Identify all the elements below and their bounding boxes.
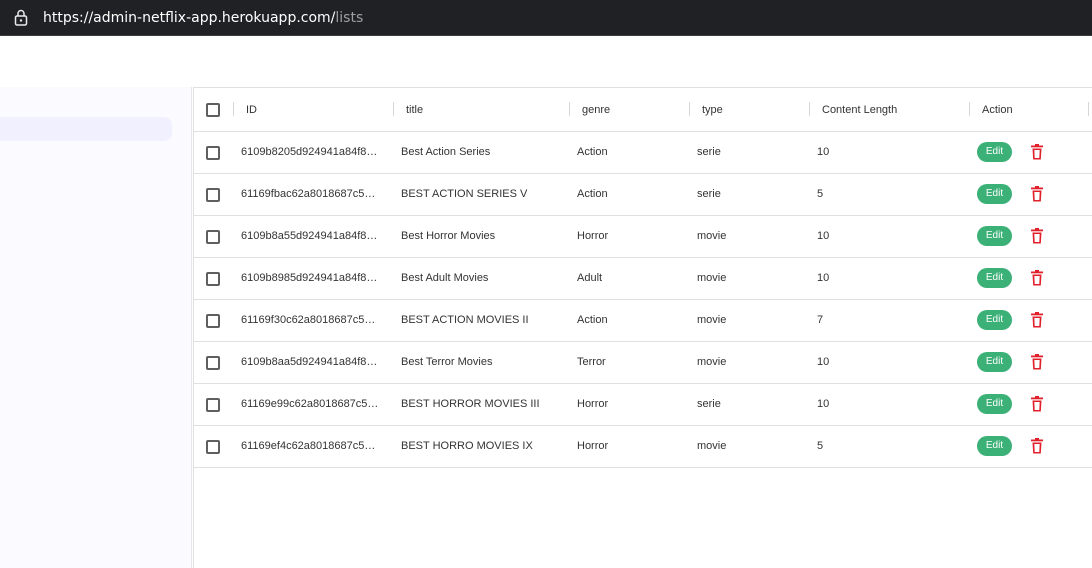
- cell-id: 61169ef4c62a8018687c5…: [241, 440, 376, 452]
- cell-content-length: 10: [817, 398, 830, 410]
- table-row[interactable]: 6109b8985d924941a84f8… Best Adult Movies…: [194, 258, 1092, 300]
- cell-id: 61169e99c62a8018687c5…: [241, 398, 379, 410]
- cell-id: 61169f30c62a8018687c5…: [241, 314, 376, 326]
- row-checkbox[interactable]: [206, 272, 220, 286]
- column-separator[interactable]: [689, 102, 690, 116]
- trash-icon[interactable]: [1031, 144, 1043, 160]
- cell-genre: Action: [577, 188, 608, 200]
- table-header: ID title genre type Content Length Actio…: [194, 88, 1092, 132]
- lists-table: ID title genre type Content Length Actio…: [193, 87, 1092, 568]
- row-checkbox[interactable]: [206, 398, 220, 412]
- trash-icon[interactable]: [1031, 312, 1043, 328]
- column-header-action[interactable]: Action: [982, 88, 1013, 132]
- cell-id: 61169fbac62a8018687c5…: [241, 188, 376, 200]
- cell-genre: Action: [577, 314, 608, 326]
- cell-id: 6109b8985d924941a84f8…: [241, 272, 378, 284]
- table-row[interactable]: 6109b8a55d924941a84f8… Best Horror Movie…: [194, 216, 1092, 258]
- trash-icon[interactable]: [1031, 354, 1043, 370]
- cell-id: 6109b8aa5d924941a84f8…: [241, 356, 378, 368]
- table-row[interactable]: 61169ef4c62a8018687c5… BEST HORRO MOVIES…: [194, 426, 1092, 468]
- cell-type: serie: [697, 398, 721, 410]
- column-separator[interactable]: [569, 102, 570, 116]
- column-separator[interactable]: [233, 102, 234, 116]
- cell-content-length: 10: [817, 356, 830, 368]
- cell-genre: Adult: [577, 272, 603, 284]
- column-header-content-length[interactable]: Content Length: [822, 88, 897, 132]
- column-separator[interactable]: [393, 102, 394, 116]
- edit-button[interactable]: Edit: [977, 394, 1012, 414]
- trash-icon[interactable]: [1031, 228, 1043, 244]
- row-checkbox[interactable]: [206, 314, 220, 328]
- cell-title: Best Horror Movies: [401, 230, 496, 242]
- cell-title: Best Terror Movies: [401, 356, 493, 368]
- row-checkbox[interactable]: [206, 146, 220, 160]
- table-row[interactable]: 61169f30c62a8018687c5… BEST ACTION MOVIE…: [194, 300, 1092, 342]
- trash-icon[interactable]: [1031, 396, 1043, 412]
- cell-id: 6109b8205d924941a84f8…: [241, 146, 378, 158]
- column-header-genre[interactable]: genre: [582, 88, 610, 132]
- url-text[interactable]: https://admin-netflix-app.herokuapp.com/…: [43, 10, 363, 26]
- url-main: https://admin-netflix-app.herokuapp.com/: [43, 10, 336, 26]
- column-header-id[interactable]: ID: [246, 88, 257, 132]
- cell-title: BEST ACTION MOVIES II: [401, 314, 529, 326]
- cell-content-length: 7: [817, 314, 824, 326]
- table-row[interactable]: 6109b8205d924941a84f8… Best Action Serie…: [194, 132, 1092, 174]
- cell-genre: Terror: [577, 356, 606, 368]
- trash-icon[interactable]: [1031, 186, 1043, 202]
- row-checkbox[interactable]: [206, 188, 220, 202]
- edit-button[interactable]: Edit: [977, 268, 1012, 288]
- column-header-title[interactable]: title: [406, 88, 423, 132]
- cell-type: movie: [697, 272, 727, 284]
- cell-type: movie: [697, 230, 727, 242]
- edit-button[interactable]: Edit: [977, 142, 1012, 162]
- row-checkbox[interactable]: [206, 230, 220, 244]
- column-separator[interactable]: [809, 102, 810, 116]
- row-checkbox[interactable]: [206, 356, 220, 370]
- edit-button[interactable]: Edit: [977, 436, 1012, 456]
- cell-type: serie: [697, 188, 721, 200]
- edit-button[interactable]: Edit: [977, 352, 1012, 372]
- browser-address-bar[interactable]: https://admin-netflix-app.herokuapp.com/…: [0, 0, 1092, 36]
- cell-type: movie: [697, 440, 727, 452]
- cell-content-length: 5: [817, 440, 824, 452]
- cell-title: BEST HORRO MOVIES IX: [401, 440, 533, 452]
- cell-type: movie: [697, 356, 727, 368]
- cell-genre: Horror: [577, 398, 609, 410]
- cell-title: BEST ACTION SERIES V: [401, 188, 528, 200]
- table-row[interactable]: 61169fbac62a8018687c5… BEST ACTION SERIE…: [194, 174, 1092, 216]
- cell-genre: Horror: [577, 440, 609, 452]
- cell-content-length: 10: [817, 272, 830, 284]
- edit-button[interactable]: Edit: [977, 310, 1012, 330]
- cell-genre: Horror: [577, 230, 609, 242]
- cell-genre: Action: [577, 146, 608, 158]
- cell-content-length: 5: [817, 188, 824, 200]
- sidebar: [0, 87, 192, 568]
- cell-title: Best Action Series: [401, 146, 491, 158]
- cell-content-length: 10: [817, 146, 830, 158]
- sidebar-item-active[interactable]: [0, 117, 172, 141]
- trash-icon[interactable]: [1031, 438, 1043, 454]
- table-row[interactable]: 6109b8aa5d924941a84f8… Best Terror Movie…: [194, 342, 1092, 384]
- url-path: lists: [335, 10, 364, 26]
- column-separator[interactable]: [969, 102, 970, 116]
- row-checkbox[interactable]: [206, 440, 220, 454]
- cell-title: Best Adult Movies: [401, 272, 489, 284]
- cell-content-length: 10: [817, 230, 830, 242]
- table-row[interactable]: 61169e99c62a8018687c5… BEST HORROR MOVIE…: [194, 384, 1092, 426]
- cell-type: serie: [697, 146, 721, 158]
- select-all-checkbox[interactable]: [206, 103, 220, 117]
- lock-icon: [14, 9, 28, 26]
- cell-type: movie: [697, 314, 727, 326]
- trash-icon[interactable]: [1031, 270, 1043, 286]
- edit-button[interactable]: Edit: [977, 184, 1012, 204]
- top-bar: [0, 36, 1092, 87]
- column-separator[interactable]: [1088, 102, 1089, 116]
- cell-id: 6109b8a55d924941a84f8…: [241, 230, 378, 242]
- column-header-type[interactable]: type: [702, 88, 723, 132]
- edit-button[interactable]: Edit: [977, 226, 1012, 246]
- cell-title: BEST HORROR MOVIES III: [401, 398, 540, 410]
